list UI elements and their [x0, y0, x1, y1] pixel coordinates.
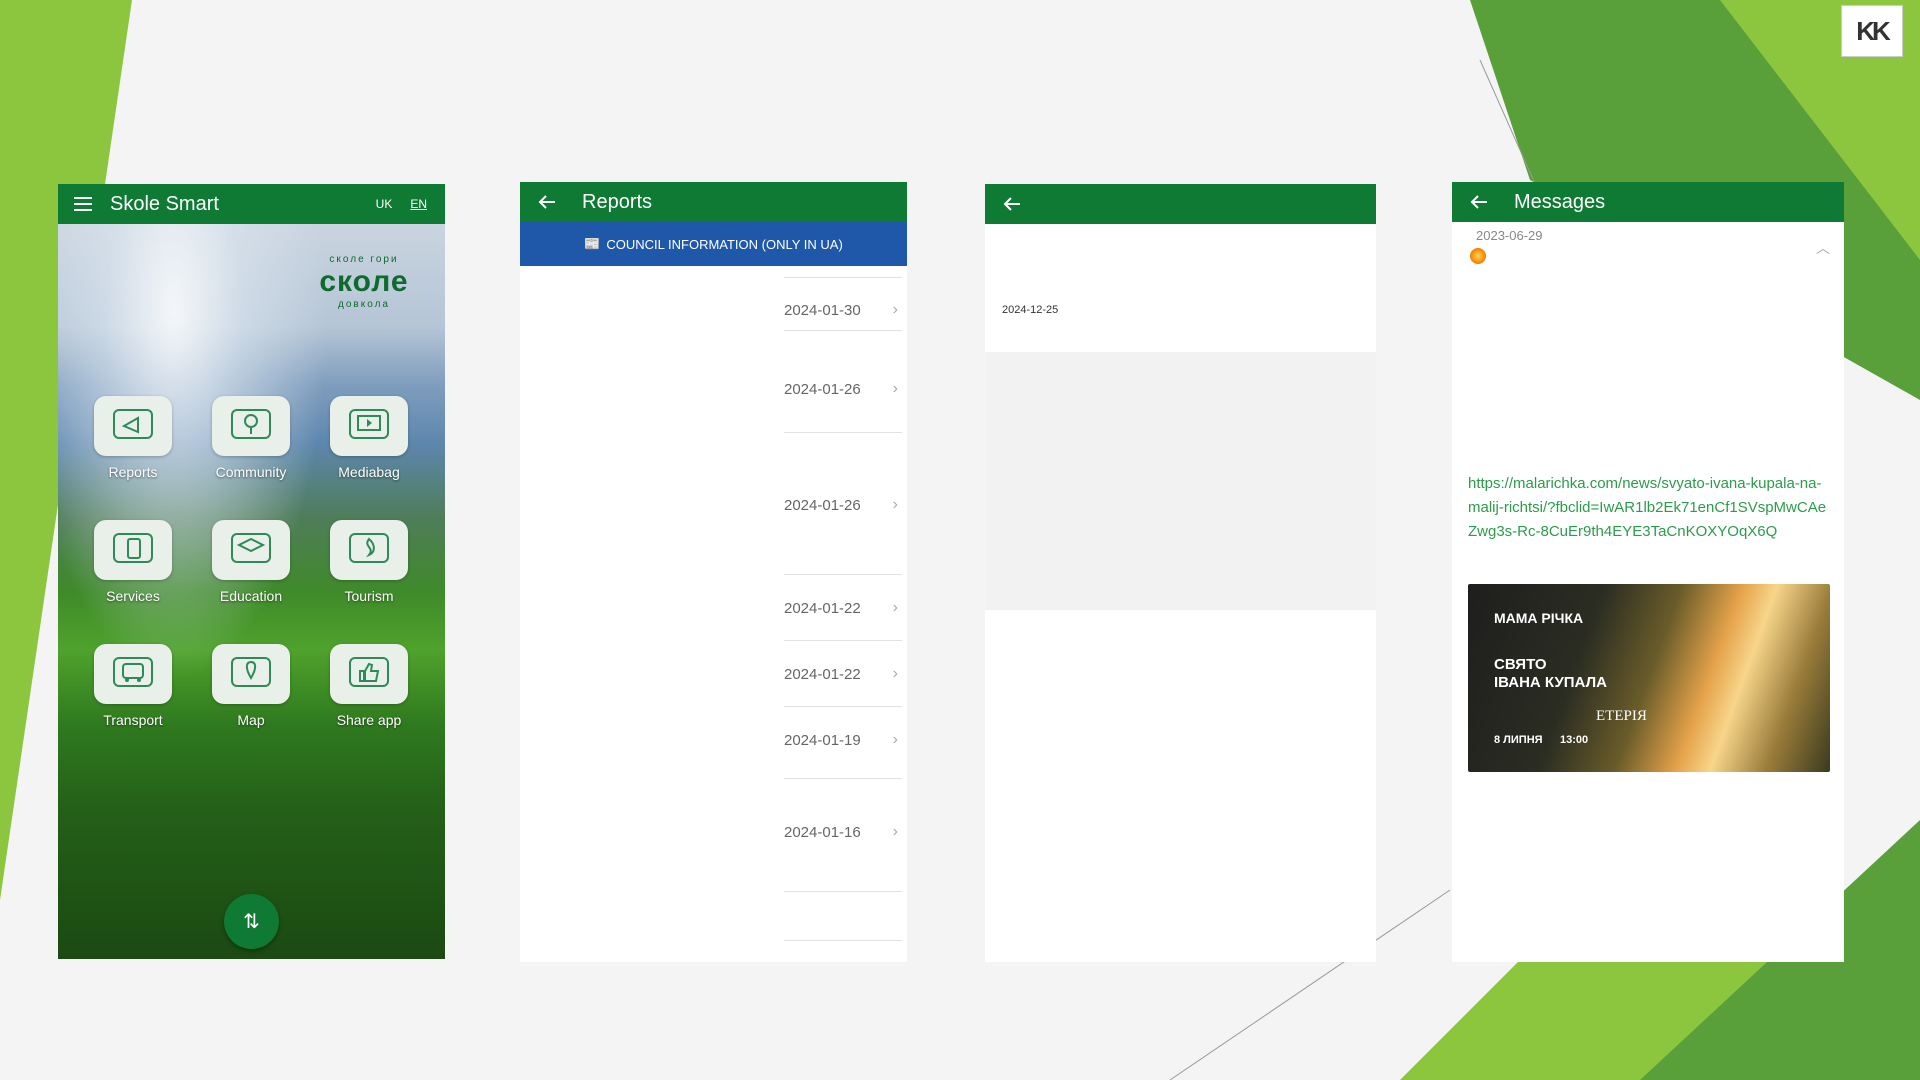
tile-community[interactable]: Community — [201, 396, 301, 480]
brand-logo-text: KK — [1856, 15, 1891, 46]
home-screen: Skole Smart UK EN сколе гори сколе довко… — [58, 184, 445, 959]
tile-label: Community — [215, 464, 287, 480]
chevron-up-icon[interactable]: ︿ — [1816, 238, 1830, 258]
logo-word: сколе — [319, 265, 409, 298]
lang-uk[interactable]: UK — [376, 197, 393, 211]
reports-title: Reports — [582, 190, 653, 213]
chevron-right-icon: › — [892, 301, 898, 318]
poster-brand2: ЕТЕРІЯ — [1596, 708, 1647, 724]
message-date: 2023-06-29 — [1476, 228, 1543, 243]
corner-brand-logo: KK — [1841, 5, 1903, 57]
phone-services-icon — [112, 530, 154, 571]
messages-appbar: Messages — [1452, 182, 1844, 222]
divider — [784, 330, 902, 331]
divider — [784, 706, 902, 707]
report-date: 2024-01-26 — [784, 496, 861, 514]
council-info-button[interactable]: 📰 COUNCIL INFORMATION (ONLY IN UA) — [520, 222, 907, 266]
detail-appbar — [985, 184, 1376, 224]
chevron-right-icon: › — [892, 665, 898, 682]
tile-label: Mediabag — [338, 464, 400, 480]
tile-label: Education — [219, 588, 283, 604]
report-row[interactable]: 2024-01-22 › — [784, 588, 902, 628]
tile-label: Map — [237, 712, 265, 728]
message-link[interactable]: https://malarichka.com/news/svyato-ivana… — [1468, 472, 1830, 544]
tile-label: Tourism — [344, 588, 394, 604]
graduation-cap-icon — [230, 530, 272, 571]
lang-en[interactable]: EN — [410, 197, 427, 211]
report-date: 2024-01-16 — [784, 823, 861, 841]
megaphone-icon — [112, 406, 154, 447]
app-title: Skole Smart — [110, 192, 219, 215]
messages-screen: Messages 2023-06-29 ︿ https://malarichka… — [1452, 182, 1844, 962]
chevron-right-icon: › — [892, 731, 898, 748]
logo-ring-bottom: довкола — [338, 299, 390, 310]
messages-title: Messages — [1514, 190, 1606, 213]
chevron-right-icon: › — [892, 380, 898, 397]
tile-reports[interactable]: Reports — [83, 396, 183, 480]
chevron-right-icon: › — [892, 496, 898, 513]
poster-title-line1: СВЯТО — [1494, 656, 1547, 673]
skole-logo: сколе гори сколе довкола — [289, 254, 439, 332]
swap-vertical-fab[interactable]: ⇅ — [224, 894, 279, 949]
reports-appbar: Reports — [520, 182, 907, 222]
chevron-right-icon: › — [892, 823, 898, 840]
detail-screen: 2024-12-25 — [985, 184, 1376, 962]
tile-label: Share app — [336, 712, 402, 728]
sun-icon — [1470, 248, 1486, 264]
tile-mediabag[interactable]: Mediabag — [319, 396, 419, 480]
reports-screen: Reports 📰 COUNCIL INFORMATION (ONLY IN U… — [520, 182, 907, 962]
report-date: 2024-01-19 — [784, 731, 861, 749]
media-folder-icon — [348, 406, 390, 447]
report-row[interactable]: 2024-01-30 › — [784, 290, 902, 330]
map-pin-icon — [230, 654, 272, 695]
poster-title-line2: ІВАНА КУПАЛА — [1494, 674, 1607, 691]
divider — [784, 277, 902, 278]
logo-ring-top: сколе гори — [329, 254, 399, 265]
chevron-right-icon: › — [892, 599, 898, 616]
home-appbar: Skole Smart UK EN — [58, 184, 445, 224]
bus-icon — [112, 654, 154, 695]
back-arrow-icon[interactable] — [1001, 193, 1023, 215]
divider — [784, 432, 902, 433]
tile-label: Reports — [108, 464, 158, 480]
report-row[interactable]: 2024-01-22 › — [784, 654, 902, 694]
divider — [784, 940, 902, 941]
report-date: 2024-01-22 — [784, 665, 861, 683]
poster-brand: МАМА РІЧКА — [1494, 610, 1584, 626]
divider — [784, 640, 902, 641]
tile-map[interactable]: Map — [201, 644, 301, 728]
council-label: COUNCIL INFORMATION (ONLY IN UA) — [606, 236, 843, 252]
back-arrow-icon[interactable] — [1468, 191, 1490, 213]
tile-transport[interactable]: Transport — [83, 644, 183, 728]
tile-label: Transport — [103, 712, 163, 728]
report-date: 2024-01-30 — [784, 301, 861, 319]
report-row[interactable]: 2024-01-19 › — [784, 720, 902, 760]
divider — [784, 778, 902, 779]
poster-time: 13:00 — [1560, 734, 1589, 746]
tile-education[interactable]: Education — [201, 520, 301, 604]
report-row[interactable]: 2024-01-26 › — [784, 485, 902, 525]
detail-date: 2024-12-25 — [1002, 304, 1059, 316]
tile-share-app[interactable]: Share app — [319, 644, 419, 728]
tile-services[interactable]: Services — [83, 520, 183, 604]
image-placeholder — [985, 352, 1376, 610]
report-date: 2024-01-26 — [784, 380, 861, 398]
report-row[interactable]: 2024-01-26 › — [784, 369, 902, 409]
campfire-icon — [348, 530, 390, 571]
thumbs-up-icon — [348, 654, 390, 695]
community-tree-icon — [230, 406, 272, 447]
report-date: 2024-01-22 — [784, 599, 861, 617]
poster-date: 8 ЛИПНЯ — [1494, 734, 1543, 746]
menu-icon[interactable] — [72, 193, 94, 215]
back-arrow-icon[interactable] — [536, 191, 558, 213]
event-poster-image[interactable]: МАМА РІЧКА СВЯТО ІВАНА КУПАЛА ЕТЕРІЯ 8 Л… — [1468, 584, 1830, 772]
report-row[interactable]: 2024-01-16 › — [784, 812, 902, 852]
newspaper-icon: 📰 — [584, 236, 601, 251]
swap-vertical-icon: ⇅ — [243, 911, 260, 933]
divider — [784, 574, 902, 575]
tile-tourism[interactable]: Tourism — [319, 520, 419, 604]
tile-label: Services — [106, 588, 160, 604]
divider — [784, 891, 902, 892]
